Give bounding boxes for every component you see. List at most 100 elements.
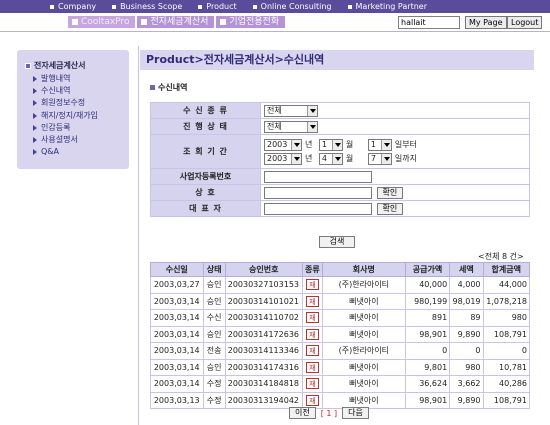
prev-button[interactable]: 이전: [289, 407, 316, 419]
sidebar-item-issued[interactable]: 발행내역: [33, 73, 98, 85]
company-input[interactable]: [264, 186, 372, 199]
form-cell: 확인: [260, 184, 530, 201]
nav-product[interactable]: Product: [198, 2, 237, 11]
from-year-select[interactable]: 2003: [264, 138, 302, 151]
invoice-kind-badge[interactable]: 재: [305, 361, 319, 373]
tab-cooltaxpro[interactable]: CooltaxPro: [68, 16, 136, 28]
login-id-input[interactable]: [398, 16, 460, 29]
approval-number-cell[interactable]: 20030314174316: [224, 358, 303, 376]
sidebar-item-cancel-rejoin[interactable]: 해지/정지/재가입: [33, 110, 98, 122]
total-amount-cell: 10,781: [482, 358, 531, 376]
next-button[interactable]: 다음: [342, 407, 369, 419]
sidebar: 전자세금계산서 발행내역 수신내역 회원정보수정 해지/정지/재가입 인감등록 …: [17, 50, 129, 169]
table-row[interactable]: 2003,03,14 승인 20030314174316 재 뻐냇아이 9,801 980 1…: [150, 358, 531, 376]
company-confirm-button[interactable]: 확인: [376, 186, 404, 199]
nav-label: Company: [58, 2, 97, 11]
square-icon: [150, 85, 155, 90]
approval-number-cell[interactable]: 20030314101021: [224, 292, 303, 310]
section-title: 수신내역: [150, 82, 187, 93]
receive-type-select[interactable]: 전체: [264, 104, 318, 117]
invoice-kind-badge[interactable]: 재: [305, 279, 319, 291]
table-row[interactable]: 2003,03,14 전송 20030314113346 재 (주)한라아이티 0 0 0: [150, 342, 531, 360]
top-nav: Company Business Scope Product Online Co…: [0, 0, 550, 13]
company-cell: 뻐냇아이: [321, 358, 406, 376]
current-page[interactable]: [ 1 ]: [321, 409, 337, 418]
column-header: 종류: [301, 262, 323, 277]
sidebar-item-label: 해지/정지/재가입: [41, 110, 98, 120]
select-value: 1: [370, 140, 376, 149]
from-day-select[interactable]: 1: [367, 138, 392, 151]
total-amount-cell: 0: [482, 342, 531, 360]
sidebar-item-member-info[interactable]: 회원정보수정: [33, 97, 98, 109]
table-row[interactable]: 2003,03,14 수신 20030314110702 재 뻐냇아이 891 89 980: [150, 309, 531, 327]
bullet-icon: [220, 19, 227, 25]
invoice-kind-badge[interactable]: 재: [305, 295, 319, 307]
approval-number-cell[interactable]: 20030327103153: [224, 276, 303, 294]
nav-marketing-partner[interactable]: Marketing Partner: [347, 2, 427, 11]
column-header: 세액: [449, 262, 484, 277]
nav-company[interactable]: Company: [50, 2, 96, 11]
approval-number-cell[interactable]: 20030314184818: [224, 375, 303, 393]
status-cell: 수신: [202, 309, 226, 327]
total-amount-cell: 44,000: [482, 276, 531, 294]
tab-etax-invoice[interactable]: 전자세금계산서: [137, 16, 215, 28]
approval-number-cell[interactable]: 20030314113346: [224, 342, 303, 360]
approval-number-cell[interactable]: 20030314110702: [224, 309, 303, 327]
invoice-kind-badge[interactable]: 재: [305, 394, 319, 406]
tab-corporate-phone[interactable]: 기업전용전화: [216, 16, 286, 28]
sidebar-item-seal[interactable]: 인감등록: [33, 122, 98, 134]
received-date-cell: 2003,03,13: [150, 391, 204, 409]
status-cell: 승인: [202, 358, 226, 376]
approval-number-cell[interactable]: 20030314172636: [224, 325, 303, 343]
supply-amount-cell: 9,801: [404, 358, 451, 376]
chevron-down-icon: [307, 121, 317, 132]
triangle-right-icon: [33, 88, 37, 95]
search-form: 수 신 종 류 전체 진 행 상 태 전체 조 회 기 간 2003 년 1 월 1…: [150, 102, 530, 217]
chevron-down-icon: [380, 153, 391, 164]
biz-number-input[interactable]: [264, 170, 372, 183]
table-row[interactable]: 2003,03,14 승인 20030314172636 재 뻐냇아이 98,901 9,8…: [150, 325, 531, 343]
sidebar-item-label: Q&A: [41, 147, 60, 157]
pagination: 이전 [ 1 ] 다음: [286, 407, 372, 419]
sidebar-item-qna[interactable]: Q&A: [33, 146, 98, 158]
search-button[interactable]: 검색: [319, 236, 355, 248]
table-row[interactable]: 2003,03,27 승인 20030327103153 재 (주)한라아이티 40,00…: [150, 276, 531, 294]
nav-label: Business Scope: [120, 2, 183, 11]
table-row[interactable]: 2003,03,14 수정 20030314184818 재 뻐냇아이 36,624 3,6…: [150, 375, 531, 393]
tax-amount-cell: 980: [449, 358, 484, 376]
from-month-select[interactable]: 1: [318, 138, 343, 151]
tax-amount-cell: 89: [449, 309, 484, 327]
form-row: 사업자등록번호: [150, 168, 530, 185]
table-header-row: 수신일 상태 승인번호 종류 회사명 공급가액 세액 합계금액: [150, 262, 531, 277]
sidebar-menu: 발행내역 수신내역 회원정보수정 해지/정지/재가입 인감등록 사용설명서 Q&…: [33, 73, 98, 158]
sidebar-item-manual[interactable]: 사용설명서: [33, 134, 98, 146]
to-year-select[interactable]: 2003: [264, 152, 302, 165]
biz-number-label: 사업자등록번호: [150, 168, 261, 185]
sidebar-item-received[interactable]: 수신내역: [33, 85, 98, 97]
status-cell: 승인: [202, 276, 226, 294]
invoice-kind-badge[interactable]: 재: [305, 345, 319, 357]
nav-business-scope[interactable]: Business Scope: [112, 2, 182, 11]
progress-status-select[interactable]: 전체: [264, 120, 318, 133]
invoice-kind-badge[interactable]: 재: [305, 328, 319, 340]
invoice-kind-badge[interactable]: 재: [305, 378, 319, 390]
receive-type-label: 수 신 종 류: [150, 102, 261, 119]
kind-cell: 재: [301, 375, 323, 393]
to-month-select[interactable]: 4: [318, 152, 343, 165]
total-amount-cell: 108,791: [482, 325, 531, 343]
my-page-button[interactable]: My Page: [465, 16, 507, 29]
year-unit: 년: [305, 140, 313, 149]
results-table: 수신일 상태 승인번호 종류 회사명 공급가액 세액 합계금액 2003,03,…: [150, 262, 531, 409]
nav-online-consulting[interactable]: Online Consulting: [252, 2, 332, 11]
kind-cell: 재: [301, 358, 323, 376]
square-icon: [25, 62, 31, 69]
received-date-cell: 2003,03,14: [150, 342, 204, 360]
to-day-select[interactable]: 7: [367, 152, 392, 165]
representative-confirm-button[interactable]: 확인: [376, 202, 404, 215]
invoice-kind-badge[interactable]: 재: [305, 312, 319, 324]
table-row[interactable]: 2003,03,14 승인 20030314101021 재 뻐냇아이 980,199 98…: [150, 292, 531, 310]
logout-button[interactable]: Logout: [507, 16, 543, 29]
representative-input[interactable]: [264, 202, 372, 215]
year-unit: 년: [305, 154, 313, 163]
section-title-text: 수신내역: [158, 83, 188, 92]
